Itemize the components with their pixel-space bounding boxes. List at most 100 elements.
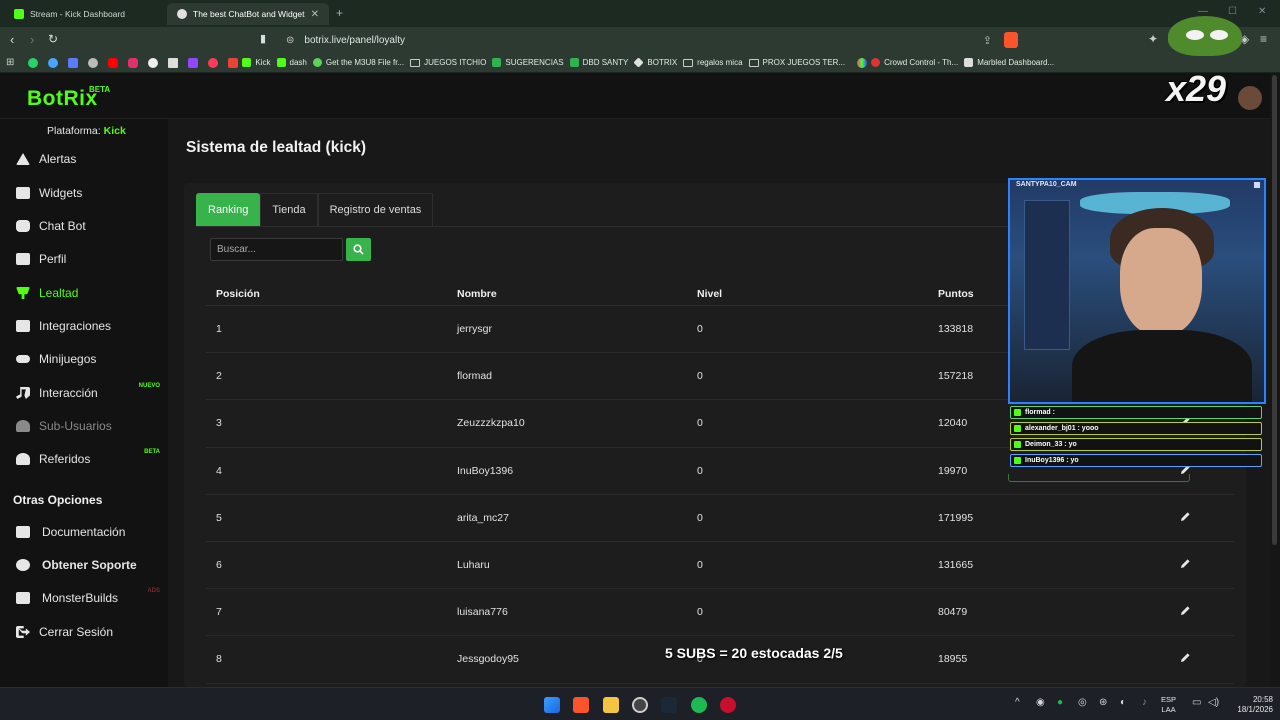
- cell-position: 7: [216, 606, 222, 619]
- search-button[interactable]: [346, 238, 371, 261]
- column-header-puntos[interactable]: Puntos: [938, 288, 974, 300]
- sidebar-item-widgets[interactable]: Widgets: [16, 183, 166, 203]
- column-header-posicion[interactable]: Posición: [216, 288, 260, 300]
- tray-overflow-icon[interactable]: ^: [1015, 697, 1020, 708]
- bookmark-crowd-control[interactable]: Crowd Control - Th...: [871, 58, 958, 67]
- twitch-icon[interactable]: [188, 57, 199, 68]
- colors-icon[interactable]: [857, 57, 868, 68]
- bookmark-dbd[interactable]: DBD SANTY: [569, 58, 628, 67]
- language-indicator[interactable]: ESP LAA: [1161, 695, 1176, 715]
- start-icon[interactable]: [544, 697, 560, 713]
- reload-icon[interactable]: ↻: [48, 32, 58, 46]
- edit-icon[interactable]: [1180, 652, 1191, 666]
- discord-icon[interactable]: [68, 57, 79, 68]
- tiktok-icon[interactable]: [148, 57, 159, 68]
- volume-icon[interactable]: ◁): [1208, 697, 1219, 708]
- sidebar-item-lealtad[interactable]: Lealtad: [16, 283, 166, 303]
- bookmark-folder-prox[interactable]: PROX JUEGOS TER...: [748, 58, 845, 67]
- system-clock[interactable]: 20:58 18/1/2026: [1225, 695, 1273, 715]
- column-header-nivel[interactable]: Nivel: [697, 288, 722, 300]
- search-input[interactable]: [210, 238, 343, 261]
- obs-tray-icon[interactable]: ◎: [1078, 697, 1087, 708]
- bookmark-icon[interactable]: ▮: [260, 32, 266, 45]
- book-icon: [16, 526, 30, 538]
- page-scrollbar[interactable]: [1270, 73, 1280, 687]
- sidebar-item-chatbot[interactable]: Chat Bot: [16, 216, 166, 236]
- extensions-icon[interactable]: ✦: [1148, 32, 1158, 46]
- tab-tienda[interactable]: Tienda: [260, 193, 318, 226]
- whatsapp-icon[interactable]: [28, 57, 39, 68]
- sidebar-item-interaccion[interactable]: Interacción NUEVO: [16, 383, 166, 403]
- tab-title: Stream - Kick Dashboard: [30, 9, 125, 19]
- instagram-icon[interactable]: [128, 57, 139, 68]
- sidebar-item-referidos[interactable]: Referidos BETA: [16, 449, 166, 469]
- gmail-icon[interactable]: [228, 57, 239, 68]
- mic-icon[interactable]: ♪: [1142, 697, 1147, 708]
- sidebar-item-sub-usuarios[interactable]: Sub-Usuarios: [16, 416, 166, 436]
- file-explorer-icon[interactable]: [603, 697, 619, 713]
- chat-text: alexander_bj01 : yooo: [1025, 425, 1099, 432]
- column-header-nombre[interactable]: Nombre: [457, 288, 497, 300]
- cell-level: 0: [697, 370, 703, 383]
- tab-registro-ventas[interactable]: Registro de ventas: [317, 193, 434, 226]
- site-info-icon[interactable]: ⊜: [286, 35, 294, 46]
- botrix-logo[interactable]: BotRix: [27, 87, 98, 111]
- edit-icon[interactable]: [1180, 511, 1191, 525]
- bookmark-kick[interactable]: Kick: [242, 58, 271, 67]
- bolt-icon[interactable]: [208, 57, 219, 68]
- sidebar-item-perfil[interactable]: Perfil: [16, 249, 166, 269]
- forward-icon[interactable]: ›: [30, 32, 34, 47]
- sidebar-item-soporte[interactable]: Obtener Soporte: [16, 555, 166, 575]
- sidebar-item-alertas[interactable]: Alertas: [16, 149, 166, 169]
- share-icon[interactable]: ⇪: [983, 34, 992, 47]
- bookmark-folder-regalos[interactable]: regalos mica: [683, 58, 743, 67]
- youtube-icon[interactable]: [108, 57, 119, 68]
- sidebar-item-label: Chat Bot: [39, 219, 86, 233]
- kick-favicon-icon: [14, 9, 24, 19]
- network-icon[interactable]: ▭: [1192, 697, 1201, 708]
- scroll-thumb[interactable]: [1272, 75, 1277, 545]
- discord-tray-icon[interactable]: ◉: [1036, 697, 1045, 708]
- crowd-control-icon: [871, 58, 881, 67]
- sidebar-item-monsterbuilds[interactable]: MonsterBuilds ADS: [16, 588, 166, 608]
- sidebar-item-integraciones[interactable]: Integraciones: [16, 316, 166, 336]
- browser-tab-bar: Stream - Kick Dashboard The best ChatBot…: [0, 0, 1280, 27]
- browser-tab-kick[interactable]: Stream - Kick Dashboard: [4, 3, 164, 25]
- brave-shields-icon[interactable]: [1004, 32, 1018, 48]
- edit-icon[interactable]: [1180, 558, 1191, 572]
- steam-icon[interactable]: [661, 697, 677, 713]
- tab-ranking[interactable]: Ranking: [196, 193, 261, 226]
- close-tab-icon[interactable]: ✕: [311, 9, 319, 20]
- bookmark-sugerencias[interactable]: SUGERENCIAS: [492, 58, 564, 67]
- close-window-icon[interactable]: ✕: [1258, 6, 1266, 17]
- threads-icon[interactable]: [88, 57, 99, 68]
- marbled-icon: [964, 58, 974, 67]
- obs-icon[interactable]: [632, 697, 648, 713]
- apps-icon[interactable]: ⊞: [6, 57, 14, 68]
- bookmark-marbled[interactable]: Marbled Dashboard...: [964, 58, 1054, 67]
- edit-icon[interactable]: [1180, 605, 1191, 619]
- new-tab-icon[interactable]: +: [336, 6, 343, 20]
- sidebar-item-minijuegos[interactable]: Minijuegos: [16, 349, 166, 369]
- cell-level: 0: [697, 559, 703, 572]
- messenger-icon[interactable]: [48, 57, 59, 68]
- bookmark-dash[interactable]: dash: [276, 58, 307, 67]
- bookmark-folder-itchio[interactable]: JUEGOS ITCHIO: [410, 58, 486, 67]
- cell-level: 0: [697, 511, 703, 524]
- back-icon[interactable]: ‹: [10, 32, 14, 47]
- sidebar-item-documentacion[interactable]: Documentación: [16, 522, 166, 542]
- brave-icon[interactable]: [573, 697, 589, 713]
- app-tray-icon[interactable]: ◐: [1120, 697, 1126, 708]
- spotify-tray-icon[interactable]: ●: [1057, 697, 1063, 708]
- top-header: BotRix BETA: [0, 73, 1280, 119]
- spotify-icon[interactable]: [691, 697, 707, 713]
- bookmark-m3u8[interactable]: Get the M3U8 File fr...: [312, 58, 404, 67]
- address-bar[interactable]: ⊜ botrix.live/panel/loyalty ⇪: [280, 30, 1024, 50]
- x-icon[interactable]: [168, 57, 179, 68]
- bookmark-botrix[interactable]: BOTRIX: [633, 57, 677, 68]
- browser-tab-botrix[interactable]: The best ChatBot and Widgets fo ✕: [167, 3, 329, 25]
- menu-icon[interactable]: ≡: [1260, 32, 1267, 46]
- sidebar-item-cerrar-sesion[interactable]: Cerrar Sesión: [16, 622, 166, 642]
- media-player-icon[interactable]: [720, 697, 736, 713]
- steam-tray-icon[interactable]: ⊛: [1099, 697, 1107, 708]
